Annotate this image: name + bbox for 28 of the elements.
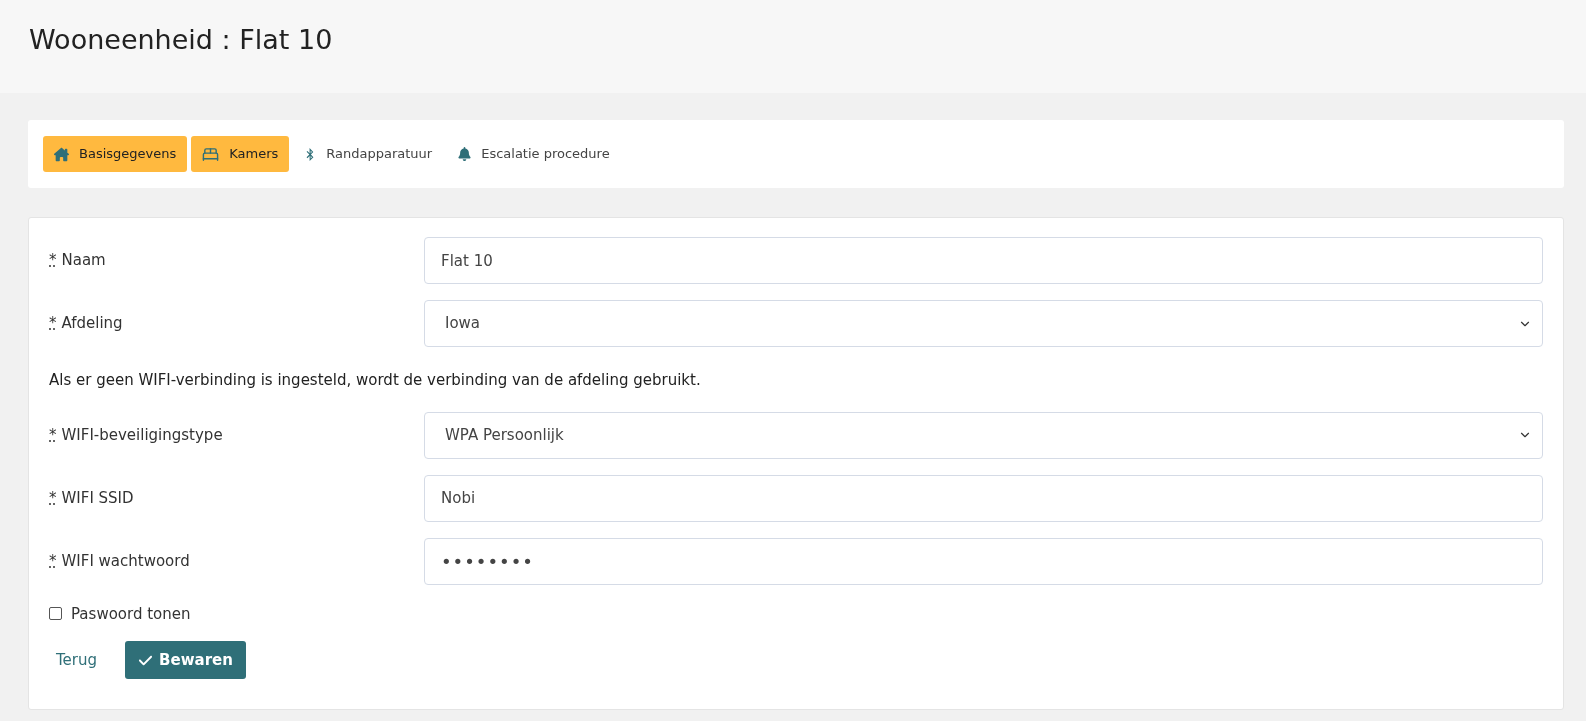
wifi-note: Als er geen WIFI-verbinding is ingesteld, wordt de verbinding van de afdeling gebruikt. xyxy=(49,370,702,391)
field-label: Afdeling xyxy=(61,313,123,334)
tab[interactable]: Kamers xyxy=(191,136,290,172)
select-field[interactable]: WPA Persoonlijk xyxy=(424,411,1543,459)
checkbox[interactable] xyxy=(49,607,62,621)
required-mark: * xyxy=(49,424,57,446)
tab[interactable]: Escalatie procedure xyxy=(447,136,621,172)
back-link[interactable]: Terug xyxy=(49,648,98,672)
tab[interactable]: Basisgegevens xyxy=(43,136,188,172)
save-button[interactable]: Bewaren xyxy=(125,641,246,679)
field-label: WIFI wachtwoord xyxy=(61,550,190,572)
checkbox-label: Paswoord tonen xyxy=(71,603,191,625)
input-field[interactable]: Nobi xyxy=(424,474,1543,522)
input-field[interactable]: •••••••• xyxy=(424,537,1543,585)
bed-icon xyxy=(202,145,220,163)
field-label: Naam xyxy=(61,250,106,271)
required-mark: * xyxy=(49,487,57,509)
field-label: WIFI SSID xyxy=(61,487,134,509)
required-mark: * xyxy=(49,550,57,572)
bell-icon xyxy=(458,147,472,161)
input-field[interactable]: Flat 10 xyxy=(424,237,1543,284)
page-title: Wooneenheid : Flat 10 xyxy=(29,23,334,57)
tab[interactable]: Randapparatuur xyxy=(293,136,444,172)
select-field[interactable]: Iowa xyxy=(424,300,1543,347)
required-mark: * xyxy=(49,250,57,271)
required-mark: * xyxy=(49,313,57,334)
house-icon xyxy=(54,146,69,162)
field-label: WIFI-beveiligingstype xyxy=(61,424,223,446)
